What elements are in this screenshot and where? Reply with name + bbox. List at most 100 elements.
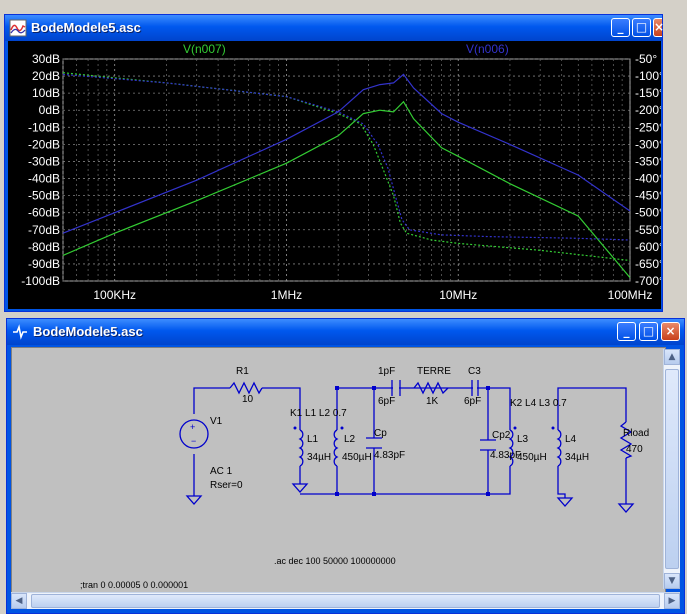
plot-titlebar[interactable]: BodeModele5.asc _ □ ×: [5, 15, 664, 41]
y-left-tick-labels: 30dB 20dB 10dB 0dB -10dB -20dB -30dB -40dB -50dB…: [21, 52, 60, 288]
inductor-l4[interactable]: [556, 429, 562, 467]
trace-magnitude-vn007: [62, 100, 631, 278]
trace-magnitude-vn006: [62, 73, 631, 234]
plot-area[interactable]: 30dB 20dB 10dB 0dB -10dB -20dB -30dB -40dB -50dB…: [8, 41, 664, 309]
scroll-left-arrow-icon[interactable]: ◀: [11, 593, 27, 609]
label-r1-value: 10: [242, 394, 254, 405]
label-l3: L3: [517, 434, 529, 445]
y-left-tick-label: 20dB: [32, 69, 60, 83]
tran-directive[interactable]: ;tran 0 0.00005 0 0.000001: [80, 580, 188, 590]
plot-grid: [62, 58, 631, 282]
plot-window: BodeModele5.asc _ □ × 30dB 20dB 10dB 0dB -10…: [4, 14, 664, 312]
label-k2: K2 L4 L3 0.7: [510, 398, 567, 409]
schematic-titlebar[interactable]: BodeModele5.asc _ □ ×: [7, 319, 684, 345]
junction-dot: [372, 492, 376, 496]
ac-directive[interactable]: .ac dec 100 50000 100000000: [274, 556, 396, 566]
label-k1: K1 L1 L2 0.7: [290, 408, 347, 419]
resistor-r1[interactable]: [229, 381, 263, 395]
label-cp2: Cp2: [492, 430, 511, 441]
ground-symbol: [185, 495, 203, 505]
label-terre: TERRE: [417, 366, 451, 377]
x-tick-labels: 100KHz 1MHz 10MHz 100MHz: [93, 288, 652, 302]
label-rload: Rload: [623, 428, 649, 439]
label-cp: Cp: [374, 428, 387, 439]
inductor-l1[interactable]: [298, 429, 304, 467]
bode-plot[interactable]: 30dB 20dB 10dB 0dB -10dB -20dB -30dB -40dB -50dB…: [8, 41, 664, 309]
plot-maximize-button[interactable]: □: [632, 18, 651, 37]
ground-symbol: [291, 483, 309, 493]
y-left-tick-label: -80dB: [28, 240, 60, 254]
label-l4: L4: [565, 434, 577, 445]
label-cp-value: 4.83pF: [374, 450, 405, 461]
y-right-tick-label: -450°: [635, 189, 661, 203]
svg-text:+: +: [190, 422, 195, 432]
capacitor-cp2[interactable]: [480, 439, 496, 451]
label-l4-value: 34µH: [565, 452, 589, 463]
y-left-tick-label: -40dB: [28, 172, 60, 186]
capacitor-cp[interactable]: [366, 437, 382, 449]
trace-label-vn007[interactable]: V(n007): [183, 42, 226, 56]
label-r1: R1: [236, 366, 249, 377]
y-left-tick-label: -60dB: [28, 206, 60, 220]
schematic-icon: [13, 324, 27, 340]
coil-dot: [551, 426, 555, 430]
y-left-tick-label: 10dB: [32, 86, 60, 100]
y-right-tick-label: -500°: [635, 206, 661, 220]
coil-dot: [340, 426, 344, 430]
schematic-vertical-scrollbar[interactable]: ▲ ▼: [663, 349, 680, 589]
junction-dot: [335, 386, 339, 390]
y-right-tick-labels: -50° -100° -150° -200° -250° -300° -350° -400° -…: [635, 52, 664, 288]
plot-close-button[interactable]: ×: [653, 18, 664, 37]
label-1pf: 1pF: [378, 366, 395, 377]
label-l3-value: 450µH: [517, 452, 547, 463]
wire[interactable]: [336, 387, 511, 430]
junction-dot: [486, 492, 490, 496]
y-right-tick-label: -200°: [635, 103, 661, 117]
waveform-icon: [9, 19, 27, 37]
y-left-tick-label: -90dB: [28, 257, 60, 271]
schematic-minimize-button[interactable]: _: [617, 322, 636, 341]
schematic-close-button[interactable]: ×: [661, 322, 680, 341]
y-right-tick-label: -350°: [635, 154, 661, 168]
label-6pf: 6pF: [378, 396, 395, 407]
schematic-canvas[interactable]: + − R1 10 V1 AC 1 Rser=0 K1 L1 L2 0.7 L1…: [11, 347, 666, 593]
schematic-drawing[interactable]: + − R1 10 V1 AC 1 Rser=0 K1 L1 L2 0.7 L1…: [12, 348, 665, 592]
schematic-window-title: BodeModele5.asc: [33, 324, 143, 339]
label-rload-value: 470: [626, 444, 643, 455]
vertical-scroll-thumb[interactable]: [665, 369, 679, 569]
y-right-tick-label: -700°: [635, 274, 661, 288]
y-right-tick-label: -100°: [635, 69, 661, 83]
y-right-tick-label: -300°: [635, 137, 661, 151]
inductor-l2[interactable]: [333, 429, 339, 467]
plot-minimize-button[interactable]: _: [611, 18, 630, 37]
label-terre-value: 1K: [426, 396, 439, 407]
schematic-maximize-button[interactable]: □: [639, 322, 658, 341]
y-right-tick-label: -550°: [635, 223, 661, 237]
trace-label-vn006[interactable]: V(n006): [466, 42, 509, 56]
wire[interactable]: [557, 387, 627, 430]
scroll-right-arrow-icon[interactable]: ▶: [664, 593, 680, 609]
x-tick-label: 10MHz: [439, 288, 477, 302]
schematic-horizontal-scrollbar[interactable]: ◀ ▶: [11, 592, 680, 609]
y-left-tick-label: -20dB: [28, 137, 60, 151]
scroll-up-arrow-icon[interactable]: ▲: [664, 349, 680, 365]
label-l1-value: 34µH: [307, 452, 331, 463]
label-c3-value: 6pF: [464, 396, 481, 407]
label-v1-spec1: AC 1: [210, 466, 233, 477]
y-left-tick-label: -10dB: [28, 120, 60, 134]
y-right-tick-label: -650°: [635, 257, 661, 271]
wire[interactable]: [336, 466, 511, 495]
ground-symbol: [617, 503, 635, 513]
wire[interactable]: [557, 466, 566, 498]
junction-dot: [486, 386, 490, 390]
coil-dot: [513, 426, 517, 430]
label-l2: L2: [344, 434, 356, 445]
y-right-tick-label: -50°: [635, 52, 657, 66]
y-right-tick-label: -400°: [635, 172, 661, 186]
horizontal-scroll-thumb[interactable]: [31, 594, 660, 608]
x-tick-label: 1MHz: [271, 288, 302, 302]
schematic-window: BodeModele5.asc _ □ × + − R1 10 V1 AC 1 …: [6, 318, 685, 614]
wire[interactable]: [193, 387, 230, 414]
y-right-tick-label: -600°: [635, 240, 661, 254]
scroll-down-arrow-icon[interactable]: ▼: [664, 573, 680, 589]
